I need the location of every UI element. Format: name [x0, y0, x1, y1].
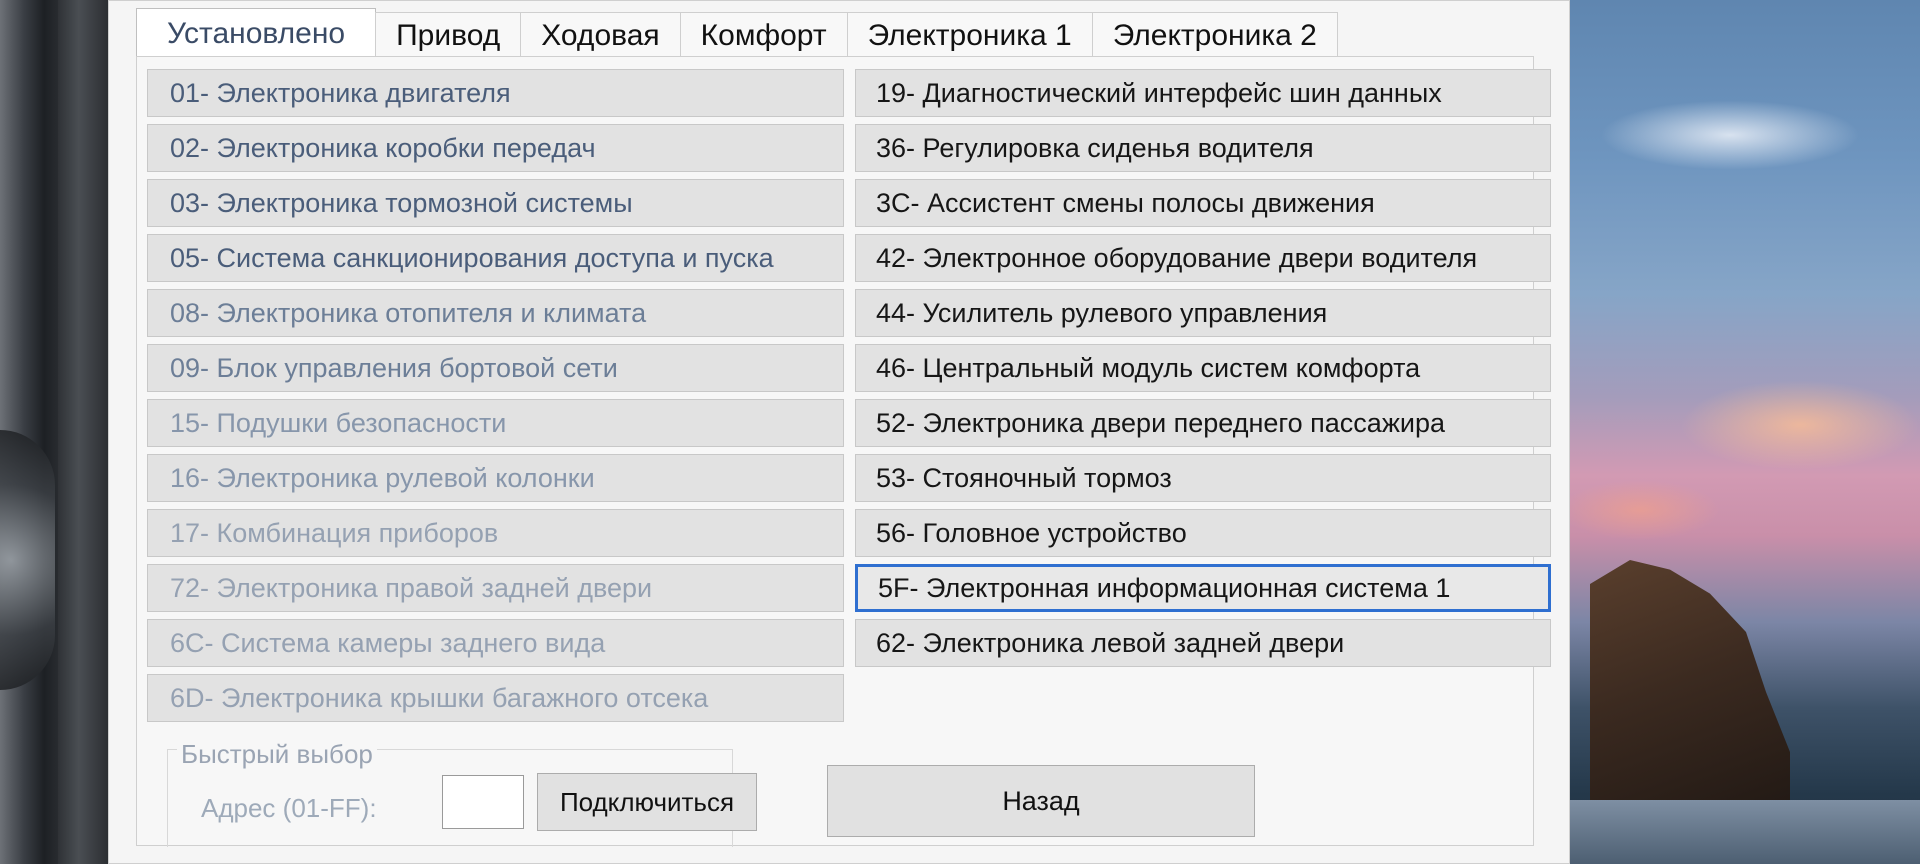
wallpaper-rock: [1590, 560, 1790, 800]
wallpaper-cloud: [1600, 100, 1860, 170]
tab-drivetrain[interactable]: Привод: [375, 12, 522, 58]
connect-button-label: Подключиться: [559, 786, 735, 817]
tab-label: Электроника 2: [1112, 18, 1317, 52]
module-button-46[interactable]: 46- Центральный модуль систем комфорта: [855, 344, 1551, 392]
module-list-right: 19- Диагностический интерфейс шин данных…: [855, 69, 1551, 674]
module-button-19[interactable]: 19- Диагностический интерфейс шин данных: [855, 69, 1551, 117]
module-button-01[interactable]: 01- Электроника двигателя: [147, 69, 844, 117]
tab-electronics-1[interactable]: Электроника 1: [846, 12, 1093, 58]
tab-label: Комфорт: [700, 18, 827, 52]
module-label: 08- Электроника отопителя и климата: [170, 297, 647, 328]
module-button-42[interactable]: 42- Электронное оборудование двери водит…: [855, 234, 1551, 282]
quick-select-legend: Быстрый выбор: [177, 739, 377, 770]
tab-electronics-2[interactable]: Электроника 2: [1091, 12, 1338, 58]
module-button-17[interactable]: 17- Комбинация приборов: [147, 509, 844, 557]
module-label: 16- Электроника рулевой колонки: [170, 462, 595, 493]
desktop-wallpaper: [1560, 0, 1920, 864]
module-button-3c[interactable]: 3C- Ассистент смены полосы движения: [855, 179, 1551, 227]
module-button-52[interactable]: 52- Электроника двери переднего пассажир…: [855, 399, 1551, 447]
module-button-08[interactable]: 08- Электроника отопителя и климата: [147, 289, 844, 337]
module-button-72[interactable]: 72- Электроника правой задней двери: [147, 564, 844, 612]
module-label: 15- Подушки безопасности: [170, 407, 507, 438]
tab-chassis[interactable]: Ходовая: [520, 12, 681, 58]
module-button-16[interactable]: 16- Электроника рулевой колонки: [147, 454, 844, 502]
module-label: 3C- Ассистент смены полосы движения: [876, 187, 1375, 218]
tab-installed[interactable]: Установлено: [136, 8, 377, 58]
module-button-15[interactable]: 15- Подушки безопасности: [147, 399, 844, 447]
module-label: 46- Центральный модуль систем комфорта: [876, 352, 1421, 383]
module-button-6d[interactable]: 6D- Электроника крышки багажного отсека: [147, 674, 844, 722]
tab-label: Установлено: [167, 16, 346, 50]
wallpaper-sea: [1560, 800, 1920, 864]
module-label: 36- Регулировка сиденья водителя: [876, 132, 1314, 163]
module-label: 5F- Электронная информационная система 1: [878, 572, 1451, 603]
address-label: Адрес (01-FF):: [201, 793, 377, 823]
module-label: 09- Блок управления бортовой сети: [170, 352, 618, 383]
module-label: 05- Система санкционирования доступа и п…: [170, 242, 774, 273]
module-label: 19- Диагностический интерфейс шин данных: [876, 77, 1442, 108]
module-button-5f-selected[interactable]: 5F- Электронная информационная система 1: [855, 564, 1551, 612]
tab-label: Привод: [396, 18, 501, 52]
module-button-44[interactable]: 44- Усилитель рулевого управления: [855, 289, 1551, 337]
module-button-62[interactable]: 62- Электроника левой задней двери: [855, 619, 1551, 667]
module-list-left: 01- Электроника двигателя 02- Электроник…: [147, 69, 844, 729]
control-unit-selection-window: Установлено Привод Ходовая Комфорт Элект…: [108, 0, 1570, 864]
module-label: 62- Электроника левой задней двери: [876, 627, 1345, 658]
module-label: 02- Электроника коробки передач: [170, 132, 596, 163]
module-label: 56- Головное устройство: [876, 517, 1187, 548]
module-button-6c[interactable]: 6C- Система камеры заднего вида: [147, 619, 844, 667]
module-button-56[interactable]: 56- Головное устройство: [855, 509, 1551, 557]
module-button-09[interactable]: 09- Блок управления бортовой сети: [147, 344, 844, 392]
module-label: 52- Электроника двери переднего пассажир…: [876, 407, 1446, 438]
module-button-03[interactable]: 03- Электроника тормозной системы: [147, 179, 844, 227]
module-label: 01- Электроника двигателя: [170, 77, 511, 108]
module-button-36[interactable]: 36- Регулировка сиденья водителя: [855, 124, 1551, 172]
monitor-frame-inner: [58, 0, 110, 864]
back-button[interactable]: Назад: [827, 765, 1255, 837]
module-label: 72- Электроника правой задней двери: [170, 572, 653, 603]
back-button-label: Назад: [1002, 785, 1080, 816]
module-label: 6C- Система камеры заднего вида: [170, 627, 606, 658]
module-label: 17- Комбинация приборов: [170, 517, 499, 548]
module-label: 6D- Электроника крышки багажного отсека: [170, 682, 709, 713]
module-button-02[interactable]: 02- Электроника коробки передач: [147, 124, 844, 172]
tab-label: Ходовая: [541, 18, 660, 52]
wallpaper-cloud: [1680, 380, 1920, 470]
wallpaper-cloud: [1560, 480, 1720, 540]
connect-button[interactable]: Подключиться: [537, 773, 757, 831]
module-label: 03- Электроника тормозной системы: [170, 187, 633, 218]
module-label: 42- Электронное оборудование двери водит…: [876, 242, 1478, 273]
tab-label: Электроника 1: [867, 18, 1072, 52]
address-input[interactable]: [442, 775, 524, 829]
tab-bar: Установлено Привод Ходовая Комфорт Элект…: [136, 6, 1338, 58]
tab-comfort[interactable]: Комфорт: [679, 12, 848, 58]
module-label: 44- Усилитель рулевого управления: [876, 297, 1328, 328]
module-button-53[interactable]: 53- Стояночный тормоз: [855, 454, 1551, 502]
tab-panel-installed: 01- Электроника двигателя 02- Электроник…: [136, 56, 1551, 847]
module-label: 53- Стояночный тормоз: [876, 462, 1172, 493]
module-button-05[interactable]: 05- Система санкционирования доступа и п…: [147, 234, 844, 282]
